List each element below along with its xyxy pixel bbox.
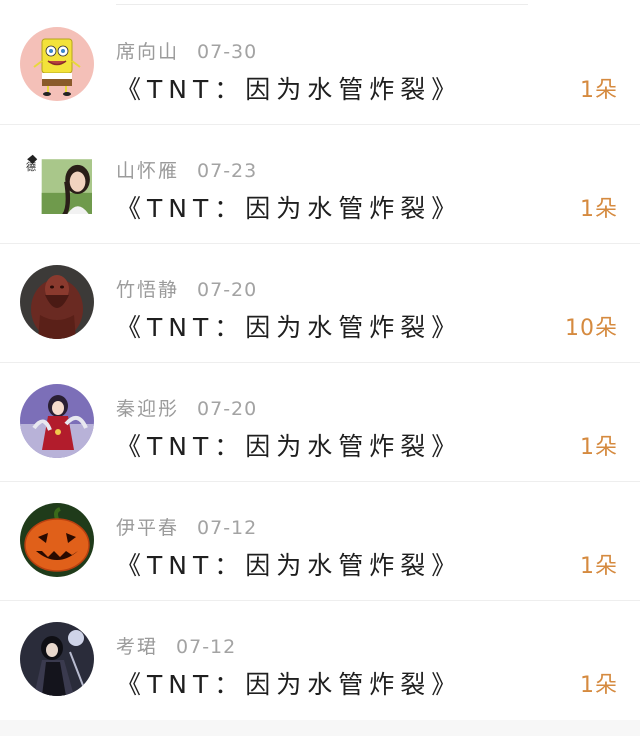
list-item[interactable]: 伊平春 07-12 《TNT：因为水管炸裂》 1朵 (0, 482, 640, 601)
list-item[interactable]: 秦迎彤 07-20 《TNT：因为水管炸裂》 1朵 (0, 363, 640, 482)
record-date: 07-12 (176, 636, 237, 658)
statue-avatar-icon[interactable] (20, 265, 94, 339)
gift-count: 10朵 (565, 316, 618, 341)
gift-count: 1朵 (580, 78, 618, 103)
bottom-gap (0, 720, 640, 736)
anime-girl-avatar-icon[interactable] (20, 384, 94, 458)
user-name[interactable]: 山怀雁 (116, 160, 179, 182)
gift-title: 《TNT：因为水管炸裂》 (116, 670, 463, 699)
gift-record-page: 席向山 07-30 《TNT：因为水管炸裂》 1朵 德 山怀雁 07-23 《T… (0, 0, 640, 736)
girl-photo-avatar-icon[interactable]: 德 (26, 148, 92, 214)
list-item[interactable]: 考珺 07-12 《TNT：因为水管炸裂》 1朵 (0, 601, 640, 720)
gift-count: 1朵 (580, 673, 618, 698)
record-date: 07-30 (197, 41, 258, 63)
record-meta: 山怀雁 07-23 (116, 156, 257, 183)
gift-title: 《TNT：因为水管炸裂》 (116, 313, 463, 342)
list-item[interactable]: 竹悟静 07-20 《TNT：因为水管炸裂》 10朵 (0, 244, 640, 363)
list-item[interactable]: 德 山怀雁 07-23 《TNT：因为水管炸裂》 1朵 (0, 125, 640, 244)
record-date: 07-20 (197, 279, 258, 301)
gift-count: 1朵 (580, 435, 618, 460)
user-name[interactable]: 席向山 (116, 41, 179, 63)
svg-text:德: 德 (26, 160, 36, 173)
spongebob-avatar-icon[interactable] (20, 27, 94, 101)
gift-title: 《TNT：因为水管炸裂》 (116, 432, 463, 461)
record-date: 07-12 (197, 517, 258, 539)
record-meta: 考珺 07-12 (116, 632, 236, 659)
user-name[interactable]: 考珺 (116, 636, 158, 658)
user-name[interactable]: 伊平春 (116, 517, 179, 539)
user-name[interactable]: 秦迎彤 (116, 398, 179, 420)
record-meta: 秦迎彤 07-20 (116, 394, 257, 421)
gift-count: 1朵 (580, 554, 618, 579)
gift-title: 《TNT：因为水管炸裂》 (116, 75, 463, 104)
gift-count: 1朵 (580, 197, 618, 222)
record-meta: 伊平春 07-12 (116, 513, 257, 540)
list-item[interactable]: 席向山 07-30 《TNT：因为水管炸裂》 1朵 (0, 6, 640, 125)
pumpkin-avatar-icon[interactable] (20, 503, 94, 577)
top-divider (116, 4, 528, 5)
anime-warrior-avatar-icon[interactable] (20, 622, 94, 696)
record-date: 07-20 (197, 398, 258, 420)
record-meta: 席向山 07-30 (116, 37, 257, 64)
gift-title: 《TNT：因为水管炸裂》 (116, 551, 463, 580)
user-name[interactable]: 竹悟静 (116, 279, 179, 301)
record-date: 07-23 (197, 160, 258, 182)
gift-title: 《TNT：因为水管炸裂》 (116, 194, 463, 223)
record-meta: 竹悟静 07-20 (116, 275, 257, 302)
